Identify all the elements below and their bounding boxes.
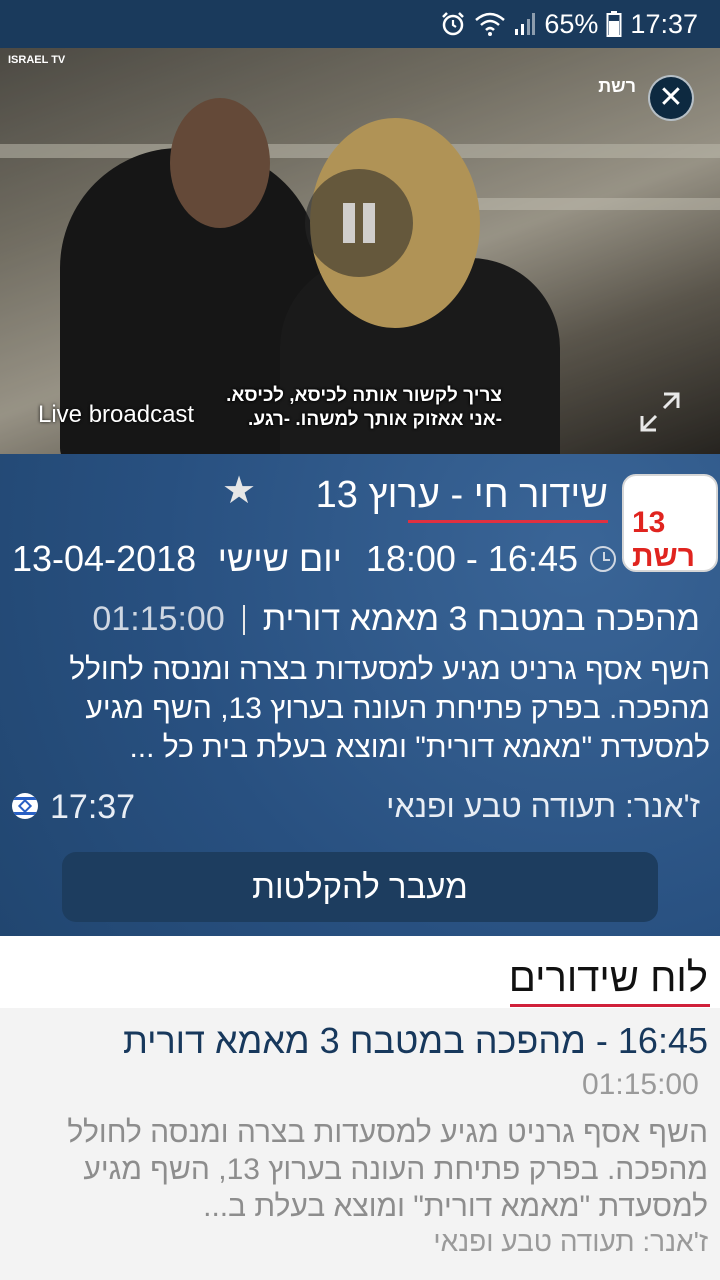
star-of-david (17, 798, 33, 814)
schedule-item-genre: ז'אנר: תעודה טבע ופנאי (433, 1226, 708, 1257)
channel-badge-text: 13 רשת (632, 506, 695, 572)
divider (242, 604, 245, 635)
expand-icon[interactable] (638, 390, 682, 434)
program-name: מהפכה במטבח 3 מאמא דורית (262, 600, 700, 638)
pause-button[interactable] (305, 169, 413, 277)
schedule-item-description: השף אסף גרניט מגיע למסעדות בצרה ומנסה לח… (67, 1116, 708, 1223)
battery-icon (606, 11, 622, 37)
status-bar-right: 65% 17:37 (440, 6, 698, 42)
channel-watermark: רשת (598, 76, 636, 96)
program-genre: ז'אנר: תעודה טבע ופנאי (386, 788, 700, 824)
status-time: 17:37 (630, 8, 698, 39)
video-player[interactable]: ISRAEL TV רשת ✕ צריך לקשור אותה לכיסא, ל… (0, 48, 720, 454)
program-description: השף אסף גרניט מגיע למסעדות בצרה ומנסה לח… (69, 653, 710, 764)
close-button[interactable]: ✕ (648, 75, 694, 121)
now-playing-panel: 13 רשת שידור חי - ערוץ 13 ★ 18:00 - 16:4… (0, 454, 720, 936)
program-row: מהפכה במטבח 3 מאמא דורית 01:15:00 (92, 600, 700, 639)
battery-percent: 65% (544, 8, 599, 39)
pause-icon (363, 203, 375, 243)
current-time: 17:37 (50, 788, 136, 826)
schedule-section: לוח שידורים 16:45 - מהפכה במטבח 3 מאמא ד… (0, 936, 720, 1280)
go-to-recordings-button[interactable]: מעבר להקלטות (62, 852, 658, 922)
israel-flag-icon (12, 793, 38, 819)
schedule-title-underline (510, 1004, 710, 1007)
live-broadcast-label: Live broadcast (38, 401, 195, 428)
day-label: יום שישי (217, 538, 342, 579)
video-subtitles: צריך לקשור אותה לכיסא, לכיסא. -אני אאזוק… (226, 384, 502, 432)
close-icon: ✕ (658, 81, 684, 114)
channel-title: שידור חי - ערוץ 13 (315, 474, 608, 516)
pause-icon (343, 203, 355, 243)
time-range-row: 18:00 - 16:45 (366, 538, 616, 580)
channel-badge[interactable]: 13 רשת (622, 474, 718, 572)
subtitle-line: -אני אאזוק אותך למשהו. -רגע. (248, 409, 502, 430)
schedule-title: לוח שידורים (508, 956, 708, 1000)
date-label: 13-04-2018 (12, 538, 197, 579)
favorite-star-icon[interactable]: ★ (222, 468, 256, 513)
clock-icon (590, 546, 616, 572)
title-underline (408, 520, 608, 523)
subtitle-line: צריך לקשור אותה לכיסא, לכיסא. (226, 385, 502, 406)
alarm-icon (442, 12, 465, 36)
time-range: 18:00 - 16:45 (365, 538, 578, 579)
program-duration: 01:15:00 (92, 600, 225, 638)
schedule-item-title: 16:45 - מהפכה במטבח 3 מאמא דורית (122, 1020, 708, 1061)
signal-icon (515, 13, 536, 35)
wifi-icon (475, 12, 506, 36)
channel-logo: ISRAEL TV (8, 54, 66, 66)
status-bar: 65% 17:37 (0, 0, 720, 48)
schedule-item-duration: 01:15:00 (582, 1068, 699, 1101)
